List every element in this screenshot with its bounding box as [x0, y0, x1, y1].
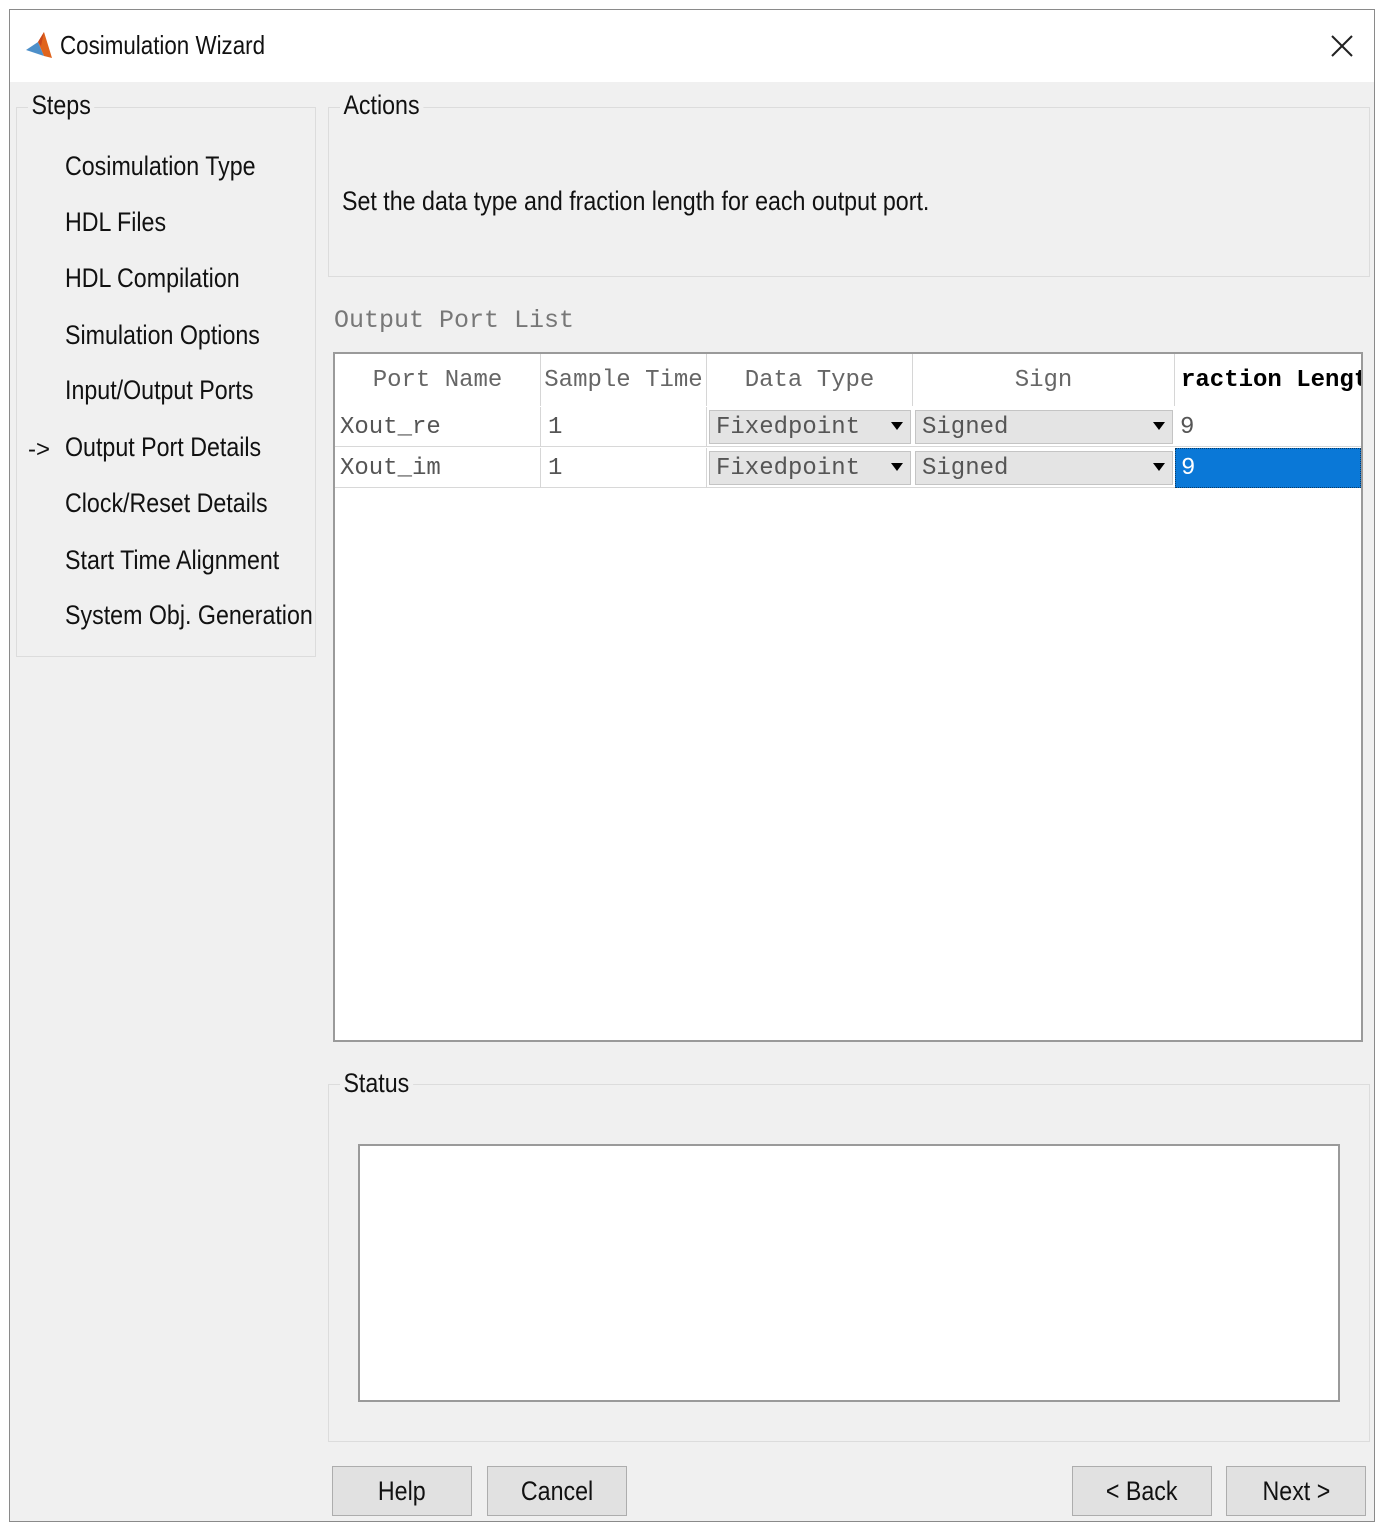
dropdown-arrow-icon	[1153, 422, 1165, 430]
close-icon	[1331, 35, 1353, 57]
step-start-time-alignment[interactable]: Start Time Alignment	[65, 545, 279, 576]
next-button-label: Next >	[1262, 1475, 1330, 1506]
data-type-dropdown[interactable]: Fixedpoint	[709, 451, 911, 485]
step-system-obj-generation[interactable]: System Obj. Generation	[65, 600, 313, 631]
column-header-fraction-length[interactable]: raction Lengt	[1175, 354, 1361, 406]
current-step-marker: ->	[28, 436, 51, 463]
output-port-table: Port Name Sample Time Data Type Sign rac…	[333, 352, 1363, 1042]
port-name-cell[interactable]: Xout_re	[335, 407, 541, 447]
actions-label: Actions	[340, 90, 424, 121]
data-type-dropdown[interactable]: Fixedpoint	[709, 410, 911, 444]
step-cosimulation-type[interactable]: Cosimulation Type	[65, 151, 256, 182]
cosimulation-wizard-window: Cosimulation Wizard Steps Cosimulation T…	[9, 9, 1375, 1522]
step-simulation-options[interactable]: Simulation Options	[65, 320, 260, 351]
column-header-data-type[interactable]: Data Type	[707, 354, 913, 406]
output-port-list-title: Output Port List	[334, 306, 575, 335]
sign-value: Signed	[922, 454, 1009, 482]
column-header-sign[interactable]: Sign	[913, 354, 1175, 406]
steps-label: Steps	[28, 90, 95, 121]
step-input-output-ports[interactable]: Input/Output Ports	[65, 375, 253, 406]
data-type-value: Fixedpoint	[716, 413, 861, 441]
sample-time-cell[interactable]: 1	[541, 407, 707, 447]
port-name-cell[interactable]: Xout_im	[335, 448, 541, 488]
back-button-label: < Back	[1106, 1475, 1178, 1506]
step-output-port-details[interactable]: Output Port Details	[65, 432, 261, 463]
fraction-length-cell-selected[interactable]: 9	[1175, 448, 1361, 488]
help-button[interactable]: Help	[332, 1466, 472, 1516]
data-type-value: Fixedpoint	[716, 454, 861, 482]
matlab-logo-icon	[26, 32, 52, 58]
fraction-length-cell[interactable]: 9	[1175, 407, 1361, 447]
sign-dropdown[interactable]: Signed	[915, 451, 1173, 485]
back-button[interactable]: < Back	[1072, 1466, 1212, 1516]
table-row: Xout_re 1 Fixedpoint Signed 9	[335, 407, 1361, 447]
close-button[interactable]	[1320, 24, 1364, 68]
step-clock-reset-details[interactable]: Clock/Reset Details	[65, 488, 268, 519]
dropdown-arrow-icon	[1153, 463, 1165, 471]
sign-value: Signed	[922, 413, 1009, 441]
help-button-label: Help	[378, 1475, 426, 1506]
cancel-button[interactable]: Cancel	[487, 1466, 627, 1516]
column-header-port-name[interactable]: Port Name	[335, 354, 541, 406]
sign-dropdown[interactable]: Signed	[915, 410, 1173, 444]
column-header-sample-time[interactable]: Sample Time	[541, 354, 707, 406]
dropdown-arrow-icon	[891, 463, 903, 471]
next-button[interactable]: Next >	[1226, 1466, 1366, 1516]
table-row: Xout_im 1 Fixedpoint Signed 9	[335, 448, 1361, 488]
title-bar: Cosimulation Wizard	[10, 10, 1374, 82]
sample-time-cell[interactable]: 1	[541, 448, 707, 488]
window-title: Cosimulation Wizard	[60, 30, 266, 60]
step-hdl-files[interactable]: HDL Files	[65, 207, 166, 238]
instruction-text: Set the data type and fraction length fo…	[342, 186, 930, 216]
status-text-area[interactable]	[358, 1144, 1340, 1402]
cancel-button-label: Cancel	[520, 1475, 594, 1506]
status-label: Status	[340, 1068, 413, 1099]
dropdown-arrow-icon	[891, 422, 903, 430]
step-hdl-compilation[interactable]: HDL Compilation	[65, 263, 240, 294]
